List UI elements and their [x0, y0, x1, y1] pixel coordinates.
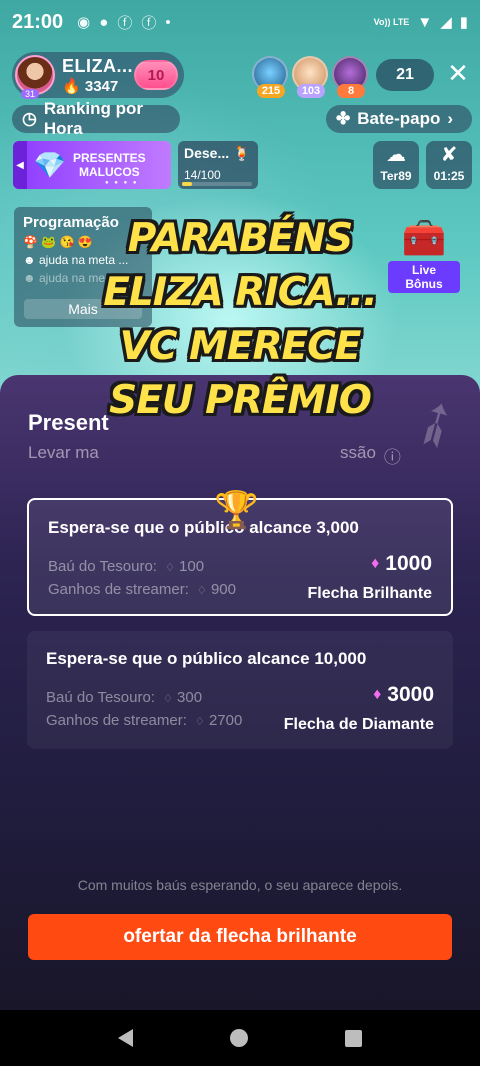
- collapse-arrow-icon[interactable]: ◀: [13, 141, 27, 189]
- option-card-diamond-arrow[interactable]: Espera-se que o público alcance 10,000 B…: [27, 631, 453, 749]
- wifi-icon: ▼: [417, 13, 433, 31]
- viewer-avatar[interactable]: 8: [332, 56, 368, 98]
- ranking-label: Ranking por Hora: [43, 99, 144, 138]
- diamond-icon: ♦: [371, 555, 380, 572]
- signal-icon: ◢: [440, 14, 452, 31]
- clock-icon: ◷: [22, 109, 37, 128]
- sheet-subtitle-end: ssão: [340, 443, 376, 462]
- trophy-icon: 🏆: [214, 489, 259, 530]
- host-level: 31: [21, 89, 40, 99]
- host-name: ELIZA...: [62, 55, 133, 76]
- back-icon[interactable]: [118, 1029, 134, 1047]
- host-score: 3347: [84, 77, 119, 95]
- chat-bubble-icon: ●: [99, 13, 109, 31]
- wish-count: 14/100: [184, 168, 221, 182]
- overlay-line: VC MERECE: [119, 324, 362, 369]
- diamond-icon: ♦: [373, 686, 382, 703]
- ranking-button[interactable]: ◷ Ranking por Hora: [12, 99, 180, 138]
- diamond-icon: ♢: [164, 562, 175, 574]
- viewer-count: 215: [257, 84, 285, 98]
- diamond-icon: ♢: [196, 585, 207, 597]
- treasure-value: 100: [179, 558, 205, 575]
- congrats-overlay: PARABÉNS ELIZA RICA... VC MERECE SEU PRÊ…: [0, 212, 480, 428]
- host-badge[interactable]: 10: [134, 60, 178, 90]
- streamer-value: 2700: [208, 712, 243, 729]
- streamer-label: Ganhos de streamer:: [48, 581, 189, 598]
- viewer-avatar[interactable]: 103: [292, 56, 328, 98]
- viewer-count: 8: [337, 84, 365, 98]
- promo-banner[interactable]: ◀ 💎 PRESENTES MALUCOS ● ● ● ●: [13, 141, 171, 189]
- wish-item-icon: 🍹: [233, 145, 251, 161]
- flame-icon: 🔥: [62, 77, 81, 95]
- close-icon[interactable]: ✕: [444, 58, 472, 88]
- promo-line2: MALUCOS: [79, 165, 140, 179]
- diamond-icon: ♢: [162, 693, 173, 705]
- host-avatar[interactable]: 31: [15, 55, 55, 99]
- timer-tile-label: 01:25: [433, 169, 465, 183]
- streamer-label: Ganhos de streamer:: [46, 712, 187, 729]
- option-price: 1000: [385, 552, 432, 575]
- wish-progress-fill: [182, 182, 192, 186]
- info-icon[interactable]: ⓘ: [384, 443, 401, 468]
- streamer-value: 900: [210, 581, 236, 598]
- send-gift-button[interactable]: ofertar da flecha brilhante: [28, 914, 452, 960]
- queue-note: Com muitos baús esperando, o seu aparece…: [77, 877, 403, 893]
- system-nav-bar: [0, 1010, 480, 1066]
- event-tile[interactable]: ☁ Ter89: [373, 141, 419, 189]
- overlay-line: PARABÉNS: [127, 216, 354, 261]
- facebook-icon: ⓕ: [141, 14, 157, 32]
- option-name: Flecha de Diamante: [283, 716, 434, 733]
- sheet-subtitle: Levar ma: [28, 443, 99, 462]
- overlay-line: ELIZA RICA...: [103, 270, 378, 315]
- chat-button[interactable]: ✤ Bate-papo ›: [326, 105, 472, 133]
- battery-icon: ▮: [459, 14, 468, 31]
- viewer-avatar[interactable]: 215: [252, 56, 288, 98]
- option-price: 3000: [387, 683, 434, 706]
- diamond-icon: ♢: [194, 716, 205, 728]
- wish-progress-bar: [182, 182, 252, 186]
- record-icon: ◉: [77, 14, 91, 31]
- chevron-right-icon: ›: [447, 109, 454, 128]
- option-name: Flecha Brilhante: [307, 585, 432, 602]
- status-time: 21:00: [12, 10, 64, 33]
- treasure-value: 300: [177, 689, 203, 706]
- option-heading: Espera-se que o público alcance 10,000: [46, 649, 367, 668]
- dot-icon: •: [165, 13, 171, 31]
- recent-apps-icon[interactable]: [344, 1029, 362, 1047]
- crossed-arrows-icon: ✘: [440, 144, 458, 166]
- volte-indicator: Vo)) LTE: [373, 16, 410, 27]
- home-icon[interactable]: [229, 1029, 248, 1047]
- wish-title: Dese...: [184, 145, 230, 161]
- carousel-dots: ● ● ● ●: [105, 180, 139, 186]
- gift-gem-icon: 💎: [33, 150, 67, 180]
- host-card[interactable]: 31 ELIZA... 🔥 3347 10: [12, 52, 184, 99]
- treasure-label: Baú do Tesouro:: [46, 689, 155, 706]
- cloud-icon: ☁: [386, 144, 406, 166]
- treasure-label: Baú do Tesouro:: [48, 558, 157, 575]
- status-bar: 21:00 ◉ ● ⓕ ⓕ • Vo)) LTE ▼ ◢ ▮: [0, 0, 480, 44]
- online-count[interactable]: 21: [376, 59, 434, 91]
- timer-tile[interactable]: ✘ 01:25: [426, 141, 472, 189]
- event-tile-label: Ter89: [380, 169, 412, 183]
- wish-goal-card[interactable]: Dese... 🍹 14/100: [178, 141, 258, 189]
- facebook-icon: ⓕ: [117, 14, 133, 32]
- viewer-count: 103: [297, 84, 325, 98]
- promo-line1: PRESENTES: [73, 151, 146, 165]
- top-viewers: 215 103 8: [252, 56, 368, 98]
- overlay-line: SEU PRÊMIO: [109, 378, 372, 423]
- chat-label: Bate-papo: [357, 109, 441, 128]
- grid-icon: ✤: [336, 109, 351, 128]
